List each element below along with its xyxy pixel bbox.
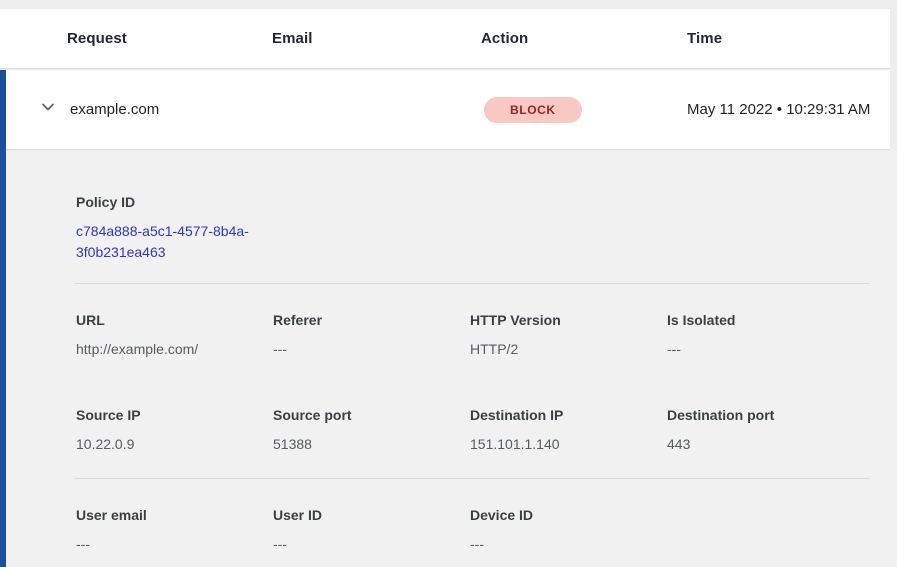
field-http-version: HTTP Version HTTP/2 (470, 311, 667, 358)
field-value: 151.101.1.140 (470, 435, 667, 453)
action-block-badge: BLOCK (484, 97, 582, 123)
table-header-row: Request Email Action Time (0, 9, 890, 69)
collapse-row-button[interactable] (40, 99, 70, 120)
field-value: --- (273, 535, 470, 553)
log-table: Request Email Action Time example.com BL… (0, 0, 897, 567)
column-header-request: Request (67, 30, 272, 47)
details-fields-row: Source IP 10.22.0.9 Source port 51388 De… (76, 406, 897, 453)
row-time-value: May 11 2022 • 10:29:31 AM (687, 98, 877, 122)
selected-row-accent-bar (0, 70, 6, 567)
table-row[interactable]: example.com BLOCK May 11 2022 • 10:29:31… (0, 70, 890, 150)
field-value: --- (667, 340, 864, 358)
section-divider (75, 283, 870, 284)
field-user-email: User email --- (76, 506, 273, 553)
field-label: Source port (273, 406, 470, 424)
field-destination-port: Destination port 443 (667, 406, 864, 453)
column-header-email: Email (272, 30, 481, 47)
field-value: --- (273, 340, 470, 358)
field-label: Referer (273, 311, 470, 329)
field-source-port: Source port 51388 (273, 406, 470, 453)
row-request-value: example.com (70, 101, 272, 118)
policy-id-section: Policy ID c784a888-a5c1-4577-8b4a-3f0b23… (76, 193, 897, 263)
field-value: --- (470, 535, 667, 553)
column-header-time: Time (687, 30, 890, 47)
policy-id-label: Policy ID (76, 193, 897, 211)
field-value: http://example.com/ (76, 340, 273, 358)
field-label: HTTP Version (470, 311, 667, 329)
field-value: 443 (667, 435, 864, 453)
chevron-down-icon (40, 99, 56, 120)
field-url: URL http://example.com/ (76, 311, 273, 358)
field-device-id: Device ID --- (470, 506, 667, 553)
field-label: Destination port (667, 406, 864, 424)
expanded-row-details: Policy ID c784a888-a5c1-4577-8b4a-3f0b23… (0, 151, 897, 567)
section-divider (75, 478, 870, 479)
field-source-ip: Source IP 10.22.0.9 (76, 406, 273, 453)
field-destination-ip: Destination IP 151.101.1.140 (470, 406, 667, 453)
field-value: HTTP/2 (470, 340, 667, 358)
field-label: Device ID (470, 506, 667, 524)
field-label: User email (76, 506, 273, 524)
field-value: --- (76, 535, 273, 553)
column-header-action: Action (481, 30, 687, 47)
field-value: 51388 (273, 435, 470, 453)
field-label: Source IP (76, 406, 273, 424)
field-user-id: User ID --- (273, 506, 470, 553)
policy-id-link[interactable]: c784a888-a5c1-4577-8b4a-3f0b231ea463 (76, 221, 272, 263)
details-fields-row: User email --- User ID --- Device ID --- (76, 506, 897, 553)
field-label: URL (76, 311, 273, 329)
field-is-isolated: Is Isolated --- (667, 311, 864, 358)
field-label: Is Isolated (667, 311, 864, 329)
field-label: Destination IP (470, 406, 667, 424)
field-referer: Referer --- (273, 311, 470, 358)
field-label: User ID (273, 506, 470, 524)
field-value: 10.22.0.9 (76, 435, 273, 453)
details-fields-row: URL http://example.com/ Referer --- HTTP… (76, 311, 897, 358)
